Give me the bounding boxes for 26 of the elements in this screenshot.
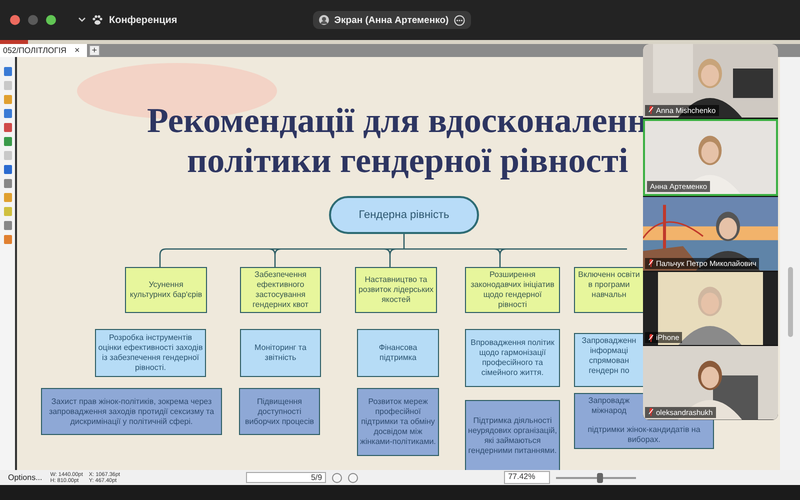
- node-text: Розробка інструментів оцінки ефективності заходів із забезпечення гендерної рівності.: [98, 333, 203, 373]
- node-text: Впровадження політик щодо гармонізації професійного та сімейного життя.: [470, 338, 556, 378]
- node-text: Моніторинг та звітність: [254, 343, 308, 363]
- screen-share-pill[interactable]: Экран (Анна Артеменко): [313, 11, 471, 29]
- node-text: Запровадженн інформаці спрямован гендерн по: [580, 336, 638, 376]
- node-text: Захист прав жінок-політиків, зокрема через запровадження заходів протидії сексизму та дискримінації у політичній сфері.: [48, 396, 216, 426]
- slide-title: політики гендерної рівності: [187, 141, 628, 181]
- node-text: Розвиток мереж професійної підтримки та обміну досвідом між жінками-політиками.: [360, 397, 436, 447]
- root-node: Гендерна рівність: [329, 196, 479, 234]
- node-text: Фінансова підтримка: [378, 343, 418, 363]
- node-text: Включенн освіти в програми навчальн: [577, 270, 641, 300]
- node-text: Розширення законодавчих ініціатив щодо гендерної рівності: [470, 270, 556, 310]
- page-field[interactable]: 5/9: [246, 472, 326, 483]
- close-tab-button[interactable]: ×: [72, 46, 82, 55]
- node-text: Забезпечення ефективного застосування гендерних квот: [252, 270, 310, 310]
- node-text: Запровадж міжнарод: [587, 396, 631, 416]
- node-text: Наставництво та розвиток лідерських якостей: [358, 275, 434, 305]
- window-title: Конференция: [109, 14, 178, 26]
- options-button[interactable]: Options...: [6, 473, 44, 482]
- node-text: підтримки жінок-кандидатів на виборах.: [586, 425, 702, 445]
- node-text: Усунення культурних бар'єрів: [128, 280, 204, 300]
- new-tab-button[interactable]: +: [88, 45, 100, 56]
- document-tab[interactable]: 052/ПОЛІТЛОГІЯ ×: [0, 44, 87, 57]
- zoom-select[interactable]: 77.42%: [504, 471, 550, 484]
- node-text: Підтримка діяльності неурядових організацій, які займаються гендерними питаннями.: [468, 416, 557, 456]
- node-text: Підвищення доступності виборчих процесів: [244, 396, 316, 426]
